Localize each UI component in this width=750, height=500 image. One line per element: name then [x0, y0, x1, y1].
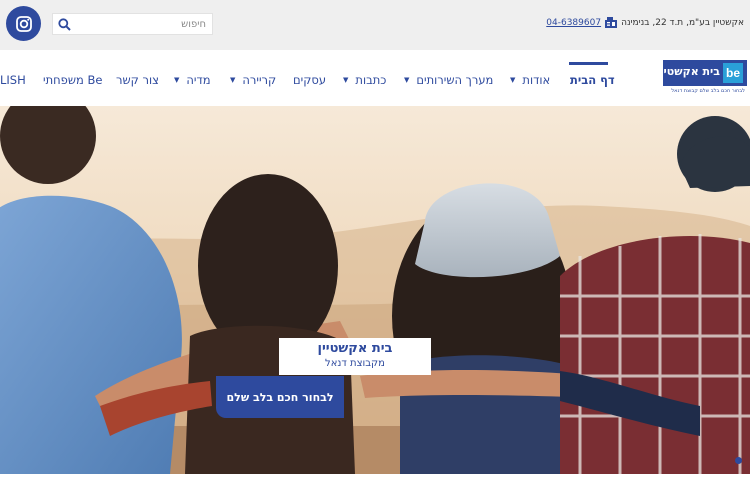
slider-dot[interactable] — [735, 457, 742, 464]
nav-item-about[interactable]: אודות ▼ — [510, 72, 550, 88]
hero-banner: בית אקשטיין מקבוצת דנאל לבחור חכם בלב של… — [0, 106, 750, 474]
nav-item-articles[interactable]: כתבות ▼ — [343, 72, 386, 88]
instagram-button[interactable] — [6, 6, 41, 41]
nav-label: קריירה — [242, 73, 276, 87]
instagram-icon — [15, 15, 33, 33]
logo-badge: be — [723, 63, 743, 83]
nav-item-services[interactable]: מערך השירותים ▼ — [404, 72, 493, 88]
nav-label: כתבות — [355, 73, 386, 87]
caret-down-icon: ▼ — [510, 76, 515, 84]
nav-label: צור קשר — [116, 73, 159, 87]
nav-item-career[interactable]: קריירה ▼ — [230, 72, 276, 88]
nav-label: מדיה — [186, 73, 210, 87]
hero-image — [0, 106, 750, 474]
nav-label: Be משפחתי — [43, 73, 102, 87]
nav-label: דף הבית — [570, 73, 615, 87]
logo-tagline: לבחור חכם בלב שלם קבוצת דנאל — [671, 88, 745, 94]
search-input[interactable] — [75, 14, 212, 34]
logo-name: בית אקשטיין — [657, 65, 720, 78]
main-navbar: be בית אקשטיין לבחור חכם בלב שלם קבוצת ד… — [0, 50, 750, 106]
search-icon[interactable] — [53, 14, 75, 34]
nav-item-contact[interactable]: צור קשר — [116, 72, 159, 88]
phone-fax-icon — [605, 17, 617, 28]
caret-down-icon: ▼ — [174, 76, 179, 84]
caret-down-icon: ▼ — [343, 76, 348, 84]
address-text: אקשטיין בע"מ, ת.ד 22, בנימינה — [621, 18, 744, 28]
hero-card-subtitle: מקבוצת דנאל — [279, 357, 431, 371]
bottom-strip — [0, 474, 750, 500]
search-box — [52, 13, 213, 35]
contact-line: אקשטיין בע"מ, ת.ד 22, בנימינה 04-6389607 — [546, 17, 744, 28]
caret-down-icon: ▼ — [404, 76, 409, 84]
nav-item-english[interactable]: LISH — [0, 72, 26, 88]
nav-item-home[interactable]: דף הבית — [570, 72, 615, 88]
caret-down-icon: ▼ — [230, 76, 235, 84]
nav-item-business[interactable]: עסקים — [293, 72, 326, 88]
nav-active-indicator — [569, 62, 608, 65]
hero-brand-card: בית אקשטיין מקבוצת דנאל — [279, 338, 431, 375]
hero-card-title: בית אקשטיין — [279, 340, 431, 357]
nav-label: אודות — [522, 73, 550, 87]
hero-cta-button[interactable]: לבחור חכם בלב שלם — [216, 376, 344, 418]
site-logo[interactable]: be בית אקשטיין לבחור חכם בלב שלם קבוצת ד… — [663, 60, 747, 96]
nav-item-be-family[interactable]: Be משפחתי — [43, 72, 102, 88]
nav-label: עסקים — [293, 73, 326, 87]
nav-item-media[interactable]: מדיה ▼ — [174, 72, 211, 88]
nav-label: מערך השירותים — [416, 73, 493, 87]
nav-label: LISH — [0, 73, 26, 87]
phone-link[interactable]: 04-6389607 — [546, 18, 601, 28]
top-bar: אקשטיין בע"מ, ת.ד 22, בנימינה 04-6389607 — [0, 0, 750, 50]
